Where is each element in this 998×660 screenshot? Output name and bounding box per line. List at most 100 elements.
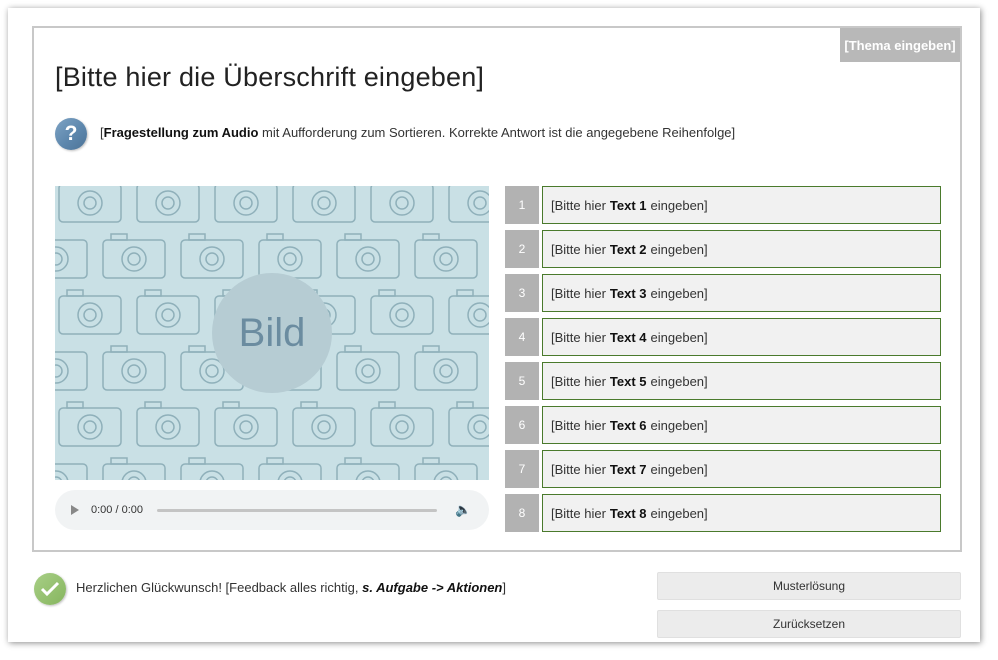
item-text-box[interactable]: [Bitte hier Text 5 eingeben] <box>542 362 941 400</box>
item-prefix: [Bitte hier <box>551 329 606 345</box>
list-item[interactable]: 4 [Bitte hier Text 4 eingeben] <box>505 318 941 356</box>
camera-icon <box>414 457 478 480</box>
item-bold: Text 8 <box>609 505 647 521</box>
item-number: 8 <box>505 494 539 532</box>
checkmark-icon <box>34 573 66 605</box>
audio-time: 0:00 / 0:00 <box>91 504 143 516</box>
item-bold: Text 5 <box>609 373 647 389</box>
question-rest: mit Aufforderung zum Sortieren. Korrekte… <box>258 125 736 140</box>
camera-icon <box>336 457 400 480</box>
item-number: 7 <box>505 450 539 488</box>
item-bold: Text 2 <box>609 241 647 257</box>
topic-label[interactable]: [Thema eingeben] <box>840 28 960 62</box>
camera-icon <box>214 401 278 447</box>
camera-icon <box>136 186 200 223</box>
camera-icon <box>102 233 166 279</box>
item-bold: Text 4 <box>609 329 647 345</box>
item-number: 5 <box>505 362 539 400</box>
camera-icon <box>370 289 434 335</box>
camera-icon <box>214 186 278 223</box>
camera-icon <box>258 457 322 480</box>
camera-icon <box>102 345 166 391</box>
item-suffix: eingeben] <box>650 197 708 213</box>
item-text-box[interactable]: [Bitte hier Text 1 eingeben] <box>542 186 941 224</box>
item-text-box[interactable]: [Bitte hier Text 4 eingeben] <box>542 318 941 356</box>
camera-icon <box>292 401 356 447</box>
item-text-box[interactable]: [Bitte hier Text 2 eingeben] <box>542 230 941 268</box>
camera-icon <box>180 457 244 480</box>
camera-icon <box>180 233 244 279</box>
camera-icon <box>102 457 166 480</box>
camera-icon <box>55 351 88 391</box>
item-number: 1 <box>505 186 539 224</box>
item-prefix: [Bitte hier <box>551 197 606 213</box>
item-suffix: eingeben] <box>650 505 708 521</box>
camera-icon <box>448 186 489 223</box>
list-item[interactable]: 1 [Bitte hier Text 1 eingeben] <box>505 186 941 224</box>
item-suffix: eingeben] <box>650 241 708 257</box>
task-panel: [Thema eingeben] [Bitte hier die Übersch… <box>32 26 962 552</box>
question-icon: ? <box>55 118 87 150</box>
camera-icon <box>55 463 88 480</box>
item-text-box[interactable]: [Bitte hier Text 6 eingeben] <box>542 406 941 444</box>
question-text: [Fragestellung zum Audio mit Aufforderun… <box>100 125 735 140</box>
camera-icon <box>336 345 400 391</box>
question-bold: Fragestellung zum Audio <box>103 125 259 140</box>
item-number: 4 <box>505 318 539 356</box>
camera-icon <box>448 401 489 447</box>
feedback-close: ] <box>502 580 506 595</box>
volume-icon[interactable]: 🔈 <box>455 502 471 518</box>
item-prefix: [Bitte hier <box>551 417 606 433</box>
image-label: Bild <box>212 273 332 393</box>
play-icon[interactable] <box>71 505 79 515</box>
list-item[interactable]: 6 [Bitte hier Text 6 eingeben] <box>505 406 941 444</box>
item-prefix: [Bitte hier <box>551 373 606 389</box>
camera-icon <box>136 289 200 335</box>
item-text-box[interactable]: [Bitte hier Text 3 eingeben] <box>542 274 941 312</box>
audio-player[interactable]: 0:00 / 0:00 🔈 <box>55 490 489 530</box>
camera-icon <box>448 289 489 335</box>
camera-icon <box>336 233 400 279</box>
reset-button[interactable]: Zurücksetzen <box>657 610 961 638</box>
item-prefix: [Bitte hier <box>551 461 606 477</box>
feedback-bold: s. Aufgabe -> Aktionen <box>362 580 503 595</box>
item-bold: Text 7 <box>609 461 647 477</box>
list-item[interactable]: 3 [Bitte hier Text 3 eingeben] <box>505 274 941 312</box>
camera-icon <box>58 401 122 447</box>
item-text-box[interactable]: [Bitte hier Text 8 eingeben] <box>542 494 941 532</box>
page-title: [Bitte hier die Überschrift eingeben] <box>55 62 485 92</box>
item-bold: Text 3 <box>609 285 647 301</box>
camera-icon <box>370 401 434 447</box>
item-suffix: eingeben] <box>650 285 708 301</box>
list-item[interactable]: 7 [Bitte hier Text 7 eingeben] <box>505 450 941 488</box>
camera-icon <box>55 239 88 279</box>
list-item[interactable]: 5 [Bitte hier Text 5 eingeben] <box>505 362 941 400</box>
solution-button[interactable]: Musterlösung <box>657 572 961 600</box>
feedback-main: Herzlichen Glückwunsch! [Feedback alles … <box>76 580 363 595</box>
item-number: 2 <box>505 230 539 268</box>
item-prefix: [Bitte hier <box>551 505 606 521</box>
item-number: 3 <box>505 274 539 312</box>
camera-icon <box>258 233 322 279</box>
item-prefix: [Bitte hier <box>551 241 606 257</box>
camera-icon <box>414 345 478 391</box>
sortable-list: 1 [Bitte hier Text 1 eingeben] 2 [Bitte hier T… <box>505 186 941 538</box>
item-prefix: [Bitte hier <box>551 285 606 301</box>
feedback-text: Herzlichen Glückwunsch! [Feedback alles … <box>76 580 506 595</box>
item-number: 6 <box>505 406 539 444</box>
camera-icon <box>58 186 122 223</box>
item-text-box[interactable]: [Bitte hier Text 7 eingeben] <box>542 450 941 488</box>
list-item[interactable]: 8 [Bitte hier Text 8 eingeben] <box>505 494 941 532</box>
item-bold: Text 1 <box>609 197 647 213</box>
image-placeholder: Bild <box>55 186 489 480</box>
camera-icon <box>58 289 122 335</box>
camera-icon <box>414 233 478 279</box>
audio-progress-track[interactable] <box>157 508 437 512</box>
item-bold: Text 6 <box>609 417 647 433</box>
camera-icon <box>136 401 200 447</box>
list-item[interactable]: 2 [Bitte hier Text 2 eingeben] <box>505 230 941 268</box>
item-suffix: eingeben] <box>650 329 708 345</box>
item-suffix: eingeben] <box>650 461 708 477</box>
camera-icon <box>370 186 434 223</box>
item-suffix: eingeben] <box>650 417 708 433</box>
